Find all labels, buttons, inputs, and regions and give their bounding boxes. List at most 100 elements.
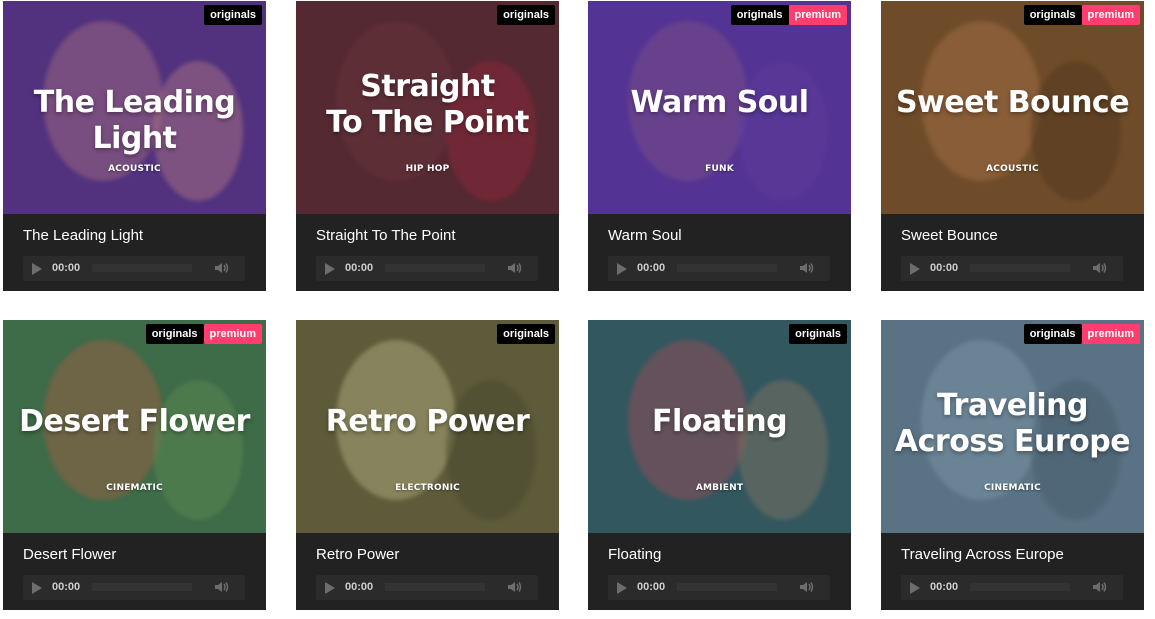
cover-title: Sweet Bounce bbox=[881, 85, 1144, 121]
progress-bar[interactable] bbox=[92, 583, 192, 591]
volume-icon[interactable] bbox=[507, 261, 523, 275]
time-display: 00:00 bbox=[930, 581, 959, 593]
progress-bar[interactable] bbox=[677, 583, 777, 591]
track-title[interactable]: Floating bbox=[608, 546, 661, 563]
badge-group: originals bbox=[497, 324, 555, 344]
play-icon[interactable] bbox=[617, 582, 627, 594]
track-title[interactable]: Straight To The Point bbox=[316, 227, 456, 244]
play-icon[interactable] bbox=[325, 582, 335, 594]
badge-group: originals bbox=[497, 5, 555, 25]
originals-badge: originals bbox=[1023, 5, 1082, 25]
genre-label: CINEMATIC bbox=[984, 483, 1041, 493]
art-title-line: To The Point bbox=[326, 105, 529, 140]
play-icon[interactable] bbox=[325, 263, 335, 275]
cover-art[interactable]: originals The Leading Light ACOUSTIC bbox=[3, 1, 266, 214]
art-title-line: Warm Soul bbox=[630, 85, 809, 120]
cover-title: Desert Flower bbox=[3, 404, 266, 440]
genre-label: ELECTRONIC bbox=[395, 483, 460, 493]
originals-badge: originals bbox=[497, 324, 555, 344]
art-title-line: Floating bbox=[651, 404, 788, 439]
badge-group: originals premium bbox=[145, 324, 262, 344]
progress-bar[interactable] bbox=[970, 583, 1070, 591]
cover-art[interactable]: originals Straight To The Point HIP HOP bbox=[296, 1, 559, 214]
badge-group: originals premium bbox=[730, 5, 847, 25]
cover-title: Traveling Across Europe bbox=[881, 388, 1144, 460]
track-title[interactable]: Desert Flower bbox=[23, 546, 116, 563]
cover-art[interactable]: originals Floating AMBIENT bbox=[588, 320, 851, 533]
volume-icon[interactable] bbox=[799, 580, 815, 594]
volume-icon[interactable] bbox=[507, 580, 523, 594]
art-title-line: Straight bbox=[360, 69, 495, 104]
time-display: 00:00 bbox=[52, 262, 81, 274]
art-title-line: Sweet Bounce bbox=[895, 85, 1130, 120]
volume-icon[interactable] bbox=[214, 580, 230, 594]
art-title-line: Retro Power bbox=[325, 404, 530, 439]
cover-art[interactable]: originals premium Warm Soul FUNK bbox=[588, 1, 851, 214]
track-card[interactable]: originals Retro Power ELECTRONIC Retro P… bbox=[296, 320, 559, 610]
genre-label: ACOUSTIC bbox=[108, 164, 161, 174]
cover-art[interactable]: originals premium Traveling Across Europe … bbox=[881, 320, 1144, 533]
genre-label: ACOUSTIC bbox=[986, 164, 1039, 174]
originals-badge: originals bbox=[730, 5, 789, 25]
play-icon[interactable] bbox=[617, 263, 627, 275]
progress-bar[interactable] bbox=[677, 264, 777, 272]
track-title[interactable]: Traveling Across Europe bbox=[901, 546, 1064, 563]
cover-title: Warm Soul bbox=[588, 85, 851, 121]
track-title[interactable]: Warm Soul bbox=[608, 227, 682, 244]
audio-player: 00:00 bbox=[608, 575, 830, 600]
badge-group: originals premium bbox=[1023, 324, 1140, 344]
cover-title: The Leading Light bbox=[3, 85, 266, 157]
audio-player: 00:00 bbox=[316, 575, 538, 600]
genre-label: CINEMATIC bbox=[106, 483, 163, 493]
progress-bar[interactable] bbox=[92, 264, 192, 272]
volume-icon[interactable] bbox=[1092, 261, 1108, 275]
audio-player: 00:00 bbox=[23, 256, 245, 281]
originals-badge: originals bbox=[789, 324, 847, 344]
volume-icon[interactable] bbox=[214, 261, 230, 275]
volume-icon[interactable] bbox=[1092, 580, 1108, 594]
audio-player: 00:00 bbox=[901, 256, 1123, 281]
track-card[interactable]: originals Straight To The Point HIP HOP S… bbox=[296, 1, 559, 291]
cover-art[interactable]: originals Retro Power ELECTRONIC bbox=[296, 320, 559, 533]
cover-title: Floating bbox=[588, 404, 851, 440]
progress-bar[interactable] bbox=[970, 264, 1070, 272]
track-card[interactable]: originals premium Traveling Across Europe … bbox=[881, 320, 1144, 610]
play-icon[interactable] bbox=[910, 263, 920, 275]
cover-title: Retro Power bbox=[296, 404, 559, 440]
track-title[interactable]: The Leading Light bbox=[23, 227, 143, 244]
time-display: 00:00 bbox=[637, 262, 666, 274]
play-icon[interactable] bbox=[32, 263, 42, 275]
progress-bar[interactable] bbox=[385, 583, 485, 591]
cover-title: Straight To The Point bbox=[296, 69, 559, 141]
track-title[interactable]: Sweet Bounce bbox=[901, 227, 998, 244]
track-card[interactable]: originals The Leading Light ACOUSTIC The… bbox=[3, 1, 266, 291]
time-display: 00:00 bbox=[345, 581, 374, 593]
time-display: 00:00 bbox=[52, 581, 81, 593]
time-display: 00:00 bbox=[345, 262, 374, 274]
track-card[interactable]: originals premium Sweet Bounce ACOUSTIC S… bbox=[881, 1, 1144, 291]
art-title-line: Across Europe bbox=[894, 424, 1131, 459]
originals-badge: originals bbox=[1023, 324, 1082, 344]
track-title[interactable]: Retro Power bbox=[316, 546, 399, 563]
premium-badge: premium bbox=[1081, 324, 1140, 344]
track-card[interactable]: originals Floating AMBIENT Floating 00:0… bbox=[588, 320, 851, 610]
play-icon[interactable] bbox=[32, 582, 42, 594]
audio-player: 00:00 bbox=[316, 256, 538, 281]
volume-icon[interactable] bbox=[799, 261, 815, 275]
genre-label: HIP HOP bbox=[405, 164, 450, 174]
track-card[interactable]: originals premium Desert Flower CINEMATIC… bbox=[3, 320, 266, 610]
originals-badge: originals bbox=[497, 5, 555, 25]
play-icon[interactable] bbox=[910, 582, 920, 594]
time-display: 00:00 bbox=[637, 581, 666, 593]
premium-badge: premium bbox=[788, 5, 847, 25]
audio-player: 00:00 bbox=[901, 575, 1123, 600]
genre-label: AMBIENT bbox=[695, 483, 744, 493]
cover-art[interactable]: originals premium Sweet Bounce ACOUSTIC bbox=[881, 1, 1144, 214]
cover-art[interactable]: originals premium Desert Flower CINEMATIC bbox=[3, 320, 266, 533]
track-card[interactable]: originals premium Warm Soul FUNK Warm Sou… bbox=[588, 1, 851, 291]
premium-badge: premium bbox=[203, 324, 262, 344]
progress-bar[interactable] bbox=[385, 264, 485, 272]
badge-group: originals bbox=[204, 5, 262, 25]
premium-badge: premium bbox=[1081, 5, 1140, 25]
genre-label: FUNK bbox=[705, 164, 734, 174]
